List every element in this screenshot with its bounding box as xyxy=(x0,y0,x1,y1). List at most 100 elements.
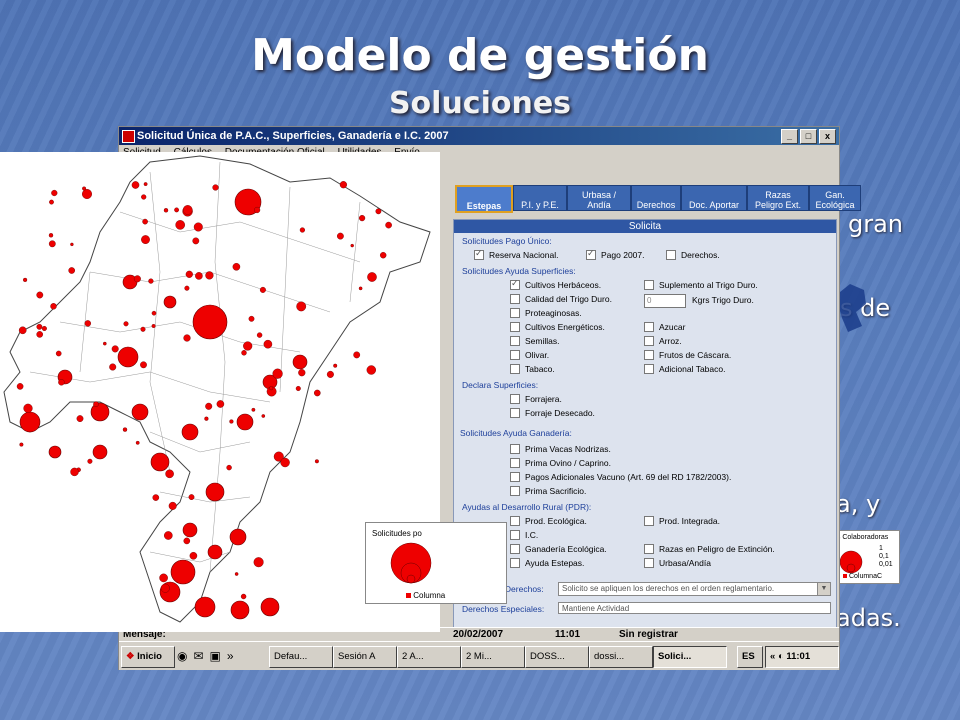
checkbox-proteaginosas[interactable]: Proteaginosas. xyxy=(510,308,582,318)
checkbox-box[interactable] xyxy=(510,408,520,418)
checkbox-ayuda-estepas[interactable]: Ayuda Estepas. xyxy=(510,558,584,568)
map-bubble xyxy=(103,341,107,346)
checkbox-suplemento-trigo[interactable]: Suplemento al Trigo Duro. xyxy=(644,280,758,290)
start-button[interactable]: ❖ Inicio xyxy=(121,646,175,668)
checkbox-box[interactable] xyxy=(510,458,520,468)
window-titlebar[interactable]: Solicitud Única de P.A.C., Superficies, … xyxy=(119,127,839,145)
checkbox-cultivos-herbaceos[interactable]: Cultivos Herbáceos. xyxy=(510,278,602,290)
checkbox-ovino-caprino[interactable]: Prima Ovino / Caprino. xyxy=(510,458,611,468)
checkbox-box[interactable] xyxy=(644,544,654,554)
derechos-especiales-select[interactable]: Mantiene Actividad xyxy=(558,602,831,614)
taskbar-item-active[interactable]: Solici... xyxy=(653,646,727,668)
checkbox-box[interactable] xyxy=(510,444,520,454)
tab-razas-peligro[interactable]: Razas Peligro Ext. xyxy=(747,185,809,211)
checkbox-box[interactable] xyxy=(510,322,520,332)
taskbar-item[interactable]: Sesión A xyxy=(333,646,397,668)
checkbox-adicional-tabaco[interactable]: Adicional Tabaco. xyxy=(644,364,725,374)
checkbox-label: Adicional Tabaco. xyxy=(659,364,726,374)
checkbox-box[interactable] xyxy=(644,322,654,332)
map-bubble xyxy=(229,528,247,546)
close-button[interactable]: x xyxy=(819,129,836,144)
language-indicator[interactable]: ES xyxy=(737,646,763,668)
checkbox-tabaco[interactable]: Tabaco. xyxy=(510,364,555,374)
checkbox-semillas[interactable]: Semillas. xyxy=(510,336,559,346)
checkbox-box[interactable] xyxy=(644,364,654,374)
checkbox-box[interactable] xyxy=(510,364,520,374)
taskbar-item[interactable]: 2 Mi... xyxy=(461,646,525,668)
checkbox-box[interactable] xyxy=(644,350,654,360)
kgrs-trigo-label: Kgrs Trigo Duro. xyxy=(692,295,754,305)
checkbox-box[interactable] xyxy=(586,248,596,260)
checkbox-prod-ecologica[interactable]: Prod. Ecológica. xyxy=(510,516,587,526)
checkbox-box[interactable] xyxy=(644,280,654,290)
checkbox-calidad-trigo[interactable]: Calidad del Trigo Duro. xyxy=(510,294,612,304)
map-bubble xyxy=(48,233,54,238)
checkbox-ganaderia-ecologica[interactable]: Ganadería Ecológica. xyxy=(510,544,607,554)
email-icon[interactable]: ✉ xyxy=(193,649,203,663)
checkbox-pagos-vacuno[interactable]: Pagos Adicionales Vacuno (Art. 69 del RD… xyxy=(510,472,731,482)
browser-icon[interactable]: ◉ xyxy=(177,649,187,663)
checkbox-box[interactable] xyxy=(644,558,654,568)
aplicacion-derechos-select[interactable]: Solicito se apliquen los derechos en el … xyxy=(558,582,831,596)
restore-button[interactable]: □ xyxy=(800,129,817,144)
checkbox-box[interactable] xyxy=(510,530,520,540)
checkbox-forrajera[interactable]: Forrajera. xyxy=(510,394,562,404)
taskbar-item[interactable]: DOSS... xyxy=(525,646,589,668)
checkbox-box[interactable] xyxy=(510,278,520,290)
checkbox-box[interactable] xyxy=(510,486,520,496)
checkbox-olivar[interactable]: Olivar. xyxy=(510,350,549,360)
checkbox-reserva-nacional[interactable]: Reserva Nacional. xyxy=(474,248,558,260)
checkbox-urbasa-andia[interactable]: Urbasa/Andía xyxy=(644,558,711,568)
checkbox-vacas-nodrizas[interactable]: Prima Vacas Nodrizas. xyxy=(510,444,611,454)
checkbox-derechos[interactable]: Derechos. xyxy=(666,250,720,260)
checkbox-cultivos-energeticos[interactable]: Cultivos Energéticos. xyxy=(510,322,605,332)
network-icon[interactable]: ◐ xyxy=(778,651,784,662)
checkbox-box[interactable] xyxy=(510,336,520,346)
checkbox-box[interactable] xyxy=(510,516,520,526)
checkbox-pago-2007[interactable]: Pago 2007. xyxy=(586,248,644,260)
chevron-down-icon[interactable]: ▼ xyxy=(817,583,830,595)
checkbox-box[interactable] xyxy=(510,394,520,404)
checkbox-label: Cultivos Herbáceos. xyxy=(525,280,602,290)
checkbox-box[interactable] xyxy=(510,350,520,360)
checkbox-label: Calidad del Trigo Duro. xyxy=(525,294,612,304)
taskbar-item[interactable]: dossi... xyxy=(589,646,653,668)
kgrs-trigo-input[interactable]: 0 xyxy=(644,294,686,308)
checkbox-ic[interactable]: I.C. xyxy=(510,530,538,540)
checkbox-arroz[interactable]: Arroz. xyxy=(644,336,682,346)
checkbox-box[interactable] xyxy=(644,516,654,526)
map-bubble xyxy=(170,559,196,585)
map-bubble xyxy=(122,427,128,432)
checkbox-box[interactable] xyxy=(510,558,520,568)
checkbox-frutos-cascara[interactable]: Frutos de Cáscara. xyxy=(644,350,731,360)
more-icon[interactable]: » xyxy=(227,649,234,663)
tab-derechos[interactable]: Derechos xyxy=(631,185,681,211)
desktop-icon[interactable]: ▣ xyxy=(210,649,221,663)
tray-chevron-icon[interactable]: « xyxy=(770,651,775,662)
checkbox-box[interactable] xyxy=(474,248,484,260)
map-bubble xyxy=(168,501,177,510)
checkbox-razas-peligro[interactable]: Razas en Peligro de Extinción. xyxy=(644,544,775,554)
tab-gan-ecologica[interactable]: Gan. Ecológica xyxy=(809,185,861,211)
checkbox-box[interactable] xyxy=(510,544,520,554)
checkbox-box[interactable] xyxy=(510,308,520,318)
checkbox-prima-sacrificio[interactable]: Prima Sacrificio. xyxy=(510,486,586,496)
map-bubble xyxy=(140,326,146,332)
checkbox-prod-integrada[interactable]: Prod. Integrada. xyxy=(644,516,720,526)
map-bubble xyxy=(260,597,280,617)
taskbar-item[interactable]: Defau... xyxy=(269,646,333,668)
taskbar-item[interactable]: 2 A... xyxy=(397,646,461,668)
minimize-button[interactable]: _ xyxy=(781,129,798,144)
checkbox-forraje-desecado[interactable]: Forraje Desecado. xyxy=(510,408,595,418)
checkbox-box[interactable] xyxy=(644,336,654,346)
checkbox-box[interactable] xyxy=(666,250,676,260)
checkbox-box[interactable] xyxy=(510,472,520,482)
tab-pi-pe[interactable]: P.I. y P.E. xyxy=(513,185,567,211)
checkbox-label: Razas en Peligro de Extinción. xyxy=(659,544,775,554)
checkbox-box[interactable] xyxy=(510,294,520,304)
tab-doc-aportar[interactable]: Doc. Aportar xyxy=(681,185,747,211)
tab-estepas[interactable]: Estepas xyxy=(455,185,513,213)
tab-urbasa-andia[interactable]: Urbasa / Andía xyxy=(567,185,631,211)
map-bubble xyxy=(296,301,307,312)
checkbox-azucar[interactable]: Azucar xyxy=(644,322,685,332)
